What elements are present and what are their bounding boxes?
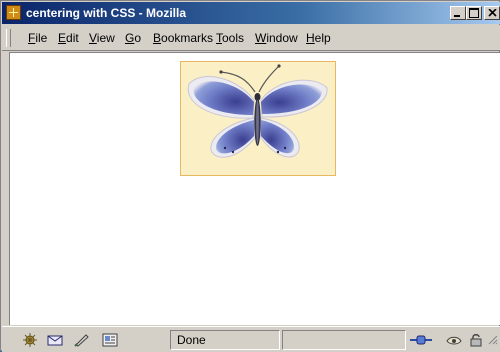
window-title: centering with CSS - Mozilla [26, 6, 187, 20]
composer-icon[interactable] [74, 333, 90, 347]
menu-file[interactable]: File [28, 31, 47, 45]
menu-view[interactable]: View [89, 31, 115, 45]
menu-bookmarks[interactable]: Bookmarks [153, 31, 213, 45]
menu-edit[interactable]: Edit [58, 31, 79, 45]
butterfly-image [180, 61, 336, 176]
resize-grip-icon[interactable] [486, 333, 498, 347]
menu-bar: File Edit View Go Bookmarks Tools Window… [2, 25, 500, 51]
maximize-button[interactable] [466, 6, 482, 20]
menu-help[interactable]: Help [306, 31, 331, 45]
security-lock-icon[interactable] [468, 333, 484, 347]
status-bar: Done [2, 326, 500, 352]
status-text: Done [177, 333, 206, 347]
close-icon [488, 9, 497, 17]
mozilla-app-icon[interactable] [6, 5, 21, 20]
mail-icon[interactable] [47, 333, 63, 347]
minimize-button[interactable] [450, 6, 466, 20]
page-content [9, 52, 500, 325]
toolbar-grip[interactable] [6, 29, 11, 47]
online-status-icon[interactable] [410, 333, 432, 347]
title-bar[interactable]: centering with CSS - Mozilla [2, 2, 500, 24]
cookie-icon[interactable] [446, 333, 462, 347]
address-book-icon[interactable] [102, 333, 118, 347]
status-progress-panel [282, 330, 406, 350]
menu-tools[interactable]: Tools [216, 31, 244, 45]
browser-window: centering with CSS - Mozilla File Edit V… [0, 0, 500, 352]
close-button[interactable] [484, 6, 500, 20]
navigator-icon[interactable] [22, 333, 38, 347]
menu-window[interactable]: Window [255, 31, 298, 45]
status-text-panel: Done [170, 330, 280, 350]
menu-go[interactable]: Go [125, 31, 141, 45]
butterfly-illustration [187, 64, 328, 158]
